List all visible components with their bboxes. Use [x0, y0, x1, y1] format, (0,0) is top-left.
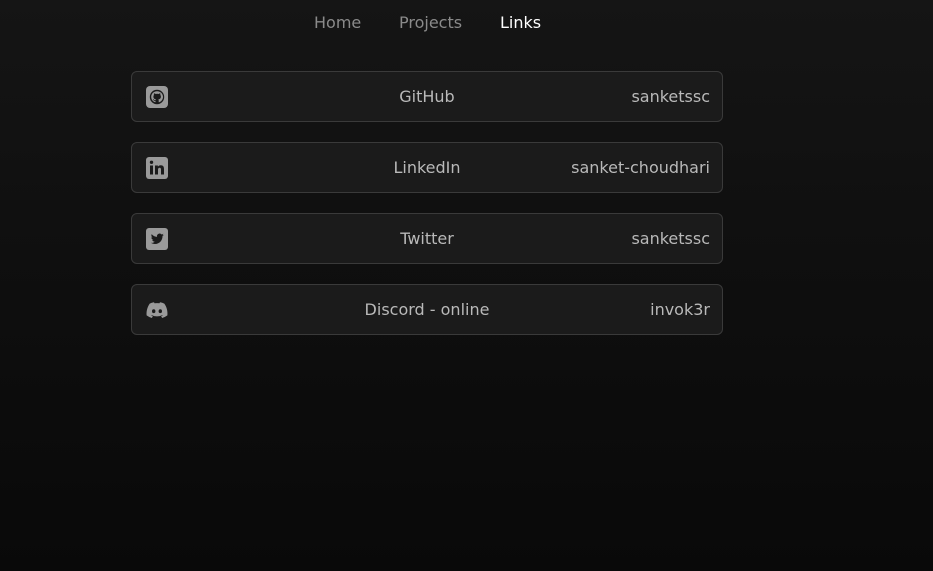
discord-icon — [145, 298, 169, 322]
discord-link-card[interactable]: Discord - online invok3r — [131, 284, 723, 335]
linkedin-icon — [145, 156, 169, 180]
nav-projects-link[interactable]: Projects — [399, 13, 462, 33]
link-handle: sanketssc — [631, 87, 710, 106]
twitter-link-card[interactable]: Twitter sanketssc — [131, 213, 723, 264]
link-handle: invok3r — [650, 300, 710, 319]
linkedin-link-card[interactable]: LinkedIn sanket-choudhari — [131, 142, 723, 193]
github-link-card[interactable]: GitHub sanketssc — [131, 71, 723, 122]
nav-links-link[interactable]: Links — [500, 13, 541, 33]
link-handle: sanket-choudhari — [571, 158, 710, 177]
links-list: GitHub sanketssc LinkedIn sanket-choudha… — [131, 71, 723, 355]
github-icon — [145, 85, 169, 109]
link-handle: sanketssc — [631, 229, 710, 248]
link-name: Discord - online — [364, 300, 490, 319]
nav-home-link[interactable]: Home — [314, 13, 361, 33]
top-nav: Home Projects Links — [0, 0, 933, 46]
twitter-icon — [145, 227, 169, 251]
